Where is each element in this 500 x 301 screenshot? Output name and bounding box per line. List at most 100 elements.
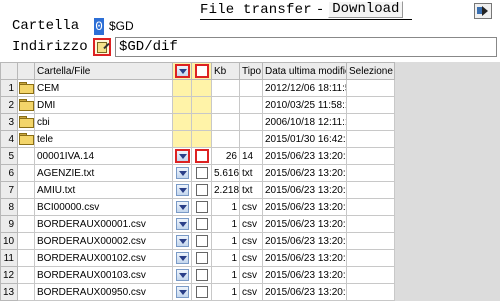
file-name[interactable]: AGENZIE.txt [34, 164, 173, 182]
file-name[interactable]: cbi [34, 113, 173, 131]
row-checkbox[interactable] [195, 269, 208, 281]
file-type [239, 79, 263, 97]
table-row[interactable]: 3 cbi 2006/10/18 12:11:11 [0, 113, 500, 131]
row-number-header [0, 62, 18, 80]
file-name[interactable]: BORDERAUX00102.csv [34, 249, 173, 267]
file-name[interactable]: BORDERAUX00950.csv [34, 283, 173, 301]
row-checkbox[interactable] [195, 286, 208, 298]
row-checkbox-cell[interactable] [191, 215, 212, 233]
table-header-row: Cartella/File Kb Tipo Data ultima modifi… [0, 62, 500, 80]
table-row[interactable]: 6 AGENZIE.txt 5.616txt2015/06/23 13:20:04 [0, 164, 500, 182]
table-row[interactable]: 2 DMI 2010/03/25 11:58:12 [0, 96, 500, 114]
row-dropdown-cell[interactable] [172, 164, 192, 182]
name-column-header[interactable]: Cartella/File [34, 62, 173, 80]
selection-column-header[interactable]: Selezione [346, 62, 395, 80]
date-column-header[interactable]: Data ultima modifica [262, 62, 347, 80]
table-row[interactable]: 5 00001IVA.14 26142015/06/23 13:20:04 [0, 147, 500, 165]
row-checkbox[interactable] [195, 167, 208, 179]
table-row[interactable]: 13 BORDERAUX00950.csv 1 csv 2015/06/23 13:20… [0, 283, 500, 301]
modified-date: 2010/03/25 11:58:12 [262, 96, 347, 114]
dropdown-icon[interactable] [175, 252, 189, 264]
file-size: 5.616 [211, 164, 240, 182]
row-checkbox[interactable] [195, 218, 208, 230]
dropdown-icon[interactable] [175, 201, 189, 213]
row-checkbox[interactable] [195, 201, 208, 213]
file-name[interactable]: tele [34, 130, 173, 148]
row-dropdown-cell[interactable] [172, 215, 192, 233]
row-checkbox[interactable] [195, 252, 208, 264]
file-name[interactable]: DMI [34, 96, 173, 114]
dropdown-icon[interactable] [175, 167, 189, 179]
folder-icon-cell[interactable] [17, 130, 35, 148]
table-row[interactable]: 9 BORDERAUX00001.csv 1 csv 2015/06/23 13:20:… [0, 215, 500, 233]
row-filler [394, 164, 500, 182]
folder-icon-cell[interactable] [17, 113, 35, 131]
file-name[interactable]: BORDERAUX00002.csv [34, 232, 173, 250]
dropdown-icon[interactable] [175, 286, 189, 298]
row-dropdown-cell[interactable] [172, 283, 192, 301]
table-row[interactable]: 10 BORDERAUX00002.csv 1 csv 2015/06/23 13:20… [0, 232, 500, 250]
row-checkbox[interactable] [195, 235, 208, 247]
row-dropdown-cell[interactable] [172, 249, 192, 267]
select-all-checkbox[interactable] [194, 64, 209, 78]
row-checkbox-cell[interactable] [191, 283, 212, 301]
modified-date: 2015/06/23 13:20:04 [262, 232, 347, 250]
row-checkbox-cell[interactable] [191, 198, 212, 216]
file-name[interactable]: 00001IVA.14 [34, 147, 173, 165]
row-dropdown-cell[interactable] [172, 181, 192, 199]
row-checkbox-cell[interactable] [191, 181, 212, 199]
row-number: 3 [0, 113, 18, 131]
kb-column-header[interactable]: Kb [211, 62, 240, 80]
folder-icon-cell[interactable] [17, 79, 35, 97]
row-checkbox-cell[interactable] [191, 164, 212, 182]
folder-icon [19, 133, 34, 146]
dropdown-icon[interactable] [174, 149, 190, 163]
dropdown-icon[interactable] [175, 269, 189, 281]
exit-icon[interactable] [474, 3, 492, 19]
row-checkbox-cell[interactable] [191, 147, 212, 165]
file-name[interactable]: BCI00000.csv [34, 198, 173, 216]
file-name[interactable]: CEM [34, 79, 173, 97]
row-checkbox[interactable] [194, 149, 209, 163]
file-name[interactable]: BORDERAUX00103.csv [34, 266, 173, 284]
selection-cell [346, 181, 395, 199]
table-row[interactable]: 11 BORDERAUX00102.csv 1 csv 2015/06/23 13:20… [0, 249, 500, 267]
selection-cell [346, 147, 395, 165]
select-all-checkbox-cell[interactable] [191, 62, 212, 80]
row-checkbox-cell[interactable] [191, 249, 212, 267]
folder-icon-cell[interactable] [17, 96, 35, 114]
dropdown-icon[interactable] [174, 64, 190, 78]
edit-address-button[interactable] [93, 38, 111, 56]
table-row[interactable]: 1 CEM 2012/12/06 18:11:54 [0, 79, 500, 97]
file-name[interactable]: BORDERAUX00001.csv [34, 215, 173, 233]
file-icon-cell [17, 181, 35, 199]
table-row[interactable]: 12 BORDERAUX00103.csv 1 csv 2015/06/23 13:20… [0, 266, 500, 284]
row-dropdown-cell[interactable] [172, 147, 192, 165]
file-size: 1 [211, 266, 240, 284]
selection-cell [346, 283, 395, 301]
row-checkbox-cell [191, 113, 212, 131]
dropdown-icon[interactable] [175, 218, 189, 230]
row-checkbox-cell [191, 79, 212, 97]
row-dropdown-cell[interactable] [172, 266, 192, 284]
table-row[interactable]: 4 tele 2015/01/30 16:42:24 [0, 130, 500, 148]
file-size [211, 113, 240, 131]
download-tab[interactable]: Download [328, 1, 404, 18]
row-dropdown-cell[interactable] [172, 232, 192, 250]
dropdown-icon[interactable] [175, 184, 189, 196]
file-icon-cell [17, 232, 35, 250]
file-name[interactable]: AMIU.txt [34, 181, 173, 199]
row-number: 13 [0, 283, 18, 301]
header-filler [394, 62, 500, 80]
row-dropdown-cell[interactable] [172, 198, 192, 216]
row-checkbox-cell[interactable] [191, 266, 212, 284]
row-checkbox-cell[interactable] [191, 232, 212, 250]
row-checkbox[interactable] [195, 184, 208, 196]
select-all-dropdown-cell[interactable] [172, 62, 192, 80]
folder-number-badge[interactable]: 0 [94, 18, 104, 35]
table-row[interactable]: 7 AMIU.txt 2.218txt2015/06/23 13:20:04 [0, 181, 500, 199]
address-input[interactable]: $GD/dif [115, 37, 497, 57]
type-column-header[interactable]: Tipo [239, 62, 263, 80]
table-row[interactable]: 8 BCI00000.csv 1csv2015/06/23 13:20:04 [0, 198, 500, 216]
dropdown-icon[interactable] [175, 235, 189, 247]
